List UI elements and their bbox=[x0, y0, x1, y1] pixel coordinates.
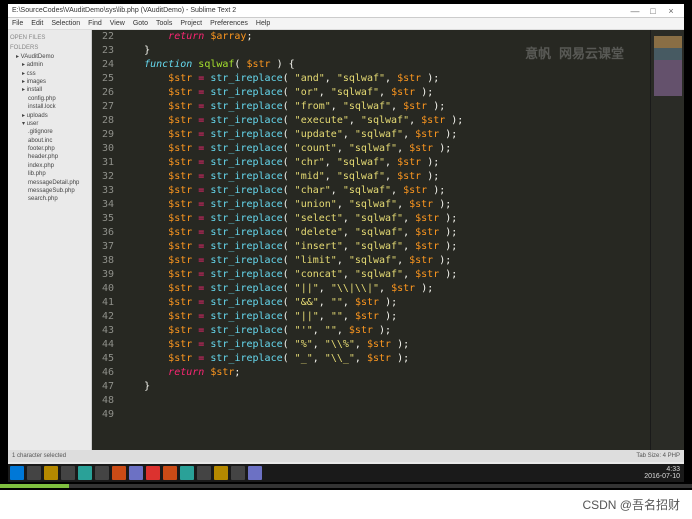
sidebar-file[interactable]: header.php bbox=[10, 153, 89, 161]
window-title: E:\SourceCodes\VAuditDemo\sys\lib.php (V… bbox=[12, 7, 236, 14]
sidebar-file[interactable]: lib.php bbox=[10, 170, 89, 178]
taskbar-icon[interactable] bbox=[231, 466, 245, 480]
taskbar-icon[interactable] bbox=[78, 466, 92, 480]
video-frame: E:\SourceCodes\VAuditDemo\sys\lib.php (V… bbox=[0, 0, 692, 490]
taskbar-icon[interactable] bbox=[197, 466, 211, 480]
sidebar-open-files[interactable]: OPEN FILES bbox=[10, 34, 89, 42]
page-footer: CSDN @吾名招财 bbox=[0, 490, 692, 518]
taskbar-icon[interactable] bbox=[180, 466, 194, 480]
gutter: 2223242526272829303132333435363738394041… bbox=[92, 30, 120, 450]
app-window: E:\SourceCodes\VAuditDemo\sys\lib.php (V… bbox=[8, 4, 684, 464]
taskbar-icon[interactable] bbox=[214, 466, 228, 480]
sidebar-folder[interactable]: ▸ install bbox=[10, 86, 89, 94]
sidebar-file[interactable]: messageSub.php bbox=[10, 187, 89, 195]
system-clock[interactable]: 4:332016-07-10 bbox=[644, 466, 682, 480]
titlebar: E:\SourceCodes\VAuditDemo\sys\lib.php (V… bbox=[8, 4, 684, 18]
sidebar-folder[interactable]: ▸ css bbox=[10, 70, 89, 78]
taskbar-icon[interactable] bbox=[146, 466, 160, 480]
taskbar-icon[interactable] bbox=[129, 466, 143, 480]
sidebar-folder[interactable]: ▸ images bbox=[10, 78, 89, 86]
sidebar-file[interactable]: index.php bbox=[10, 162, 89, 170]
menu-goto[interactable]: Goto bbox=[133, 20, 148, 27]
sidebar-root[interactable]: ▸ VAuditDemo bbox=[10, 53, 89, 61]
sidebar-file[interactable]: footer.php bbox=[10, 145, 89, 153]
menu-selection[interactable]: Selection bbox=[51, 20, 80, 27]
taskbar-icon[interactable] bbox=[61, 466, 75, 480]
menu-preferences[interactable]: Preferences bbox=[210, 20, 248, 27]
video-progress[interactable] bbox=[0, 484, 692, 488]
menu-tools[interactable]: Tools bbox=[156, 20, 172, 27]
sidebar-file[interactable]: .gitignore bbox=[10, 128, 89, 136]
minimize-button[interactable]: — bbox=[626, 6, 644, 16]
sidebar-folder[interactable]: ▸ uploads bbox=[10, 112, 89, 120]
taskbar-icon[interactable] bbox=[248, 466, 262, 480]
sidebar-folder[interactable]: ▸ admin bbox=[10, 61, 89, 69]
sidebar-file[interactable]: install.lock bbox=[10, 103, 89, 111]
menu-view[interactable]: View bbox=[110, 20, 125, 27]
sidebar-file[interactable]: config.php bbox=[10, 95, 89, 103]
menu-help[interactable]: Help bbox=[256, 20, 270, 27]
code-area[interactable]: return $array; } function sqlwaf( $str )… bbox=[120, 30, 650, 450]
taskbar-icon[interactable] bbox=[163, 466, 177, 480]
taskbar-icon[interactable] bbox=[95, 466, 109, 480]
menu-file[interactable]: File bbox=[12, 20, 23, 27]
taskbar[interactable]: 4:332016-07-10 bbox=[8, 464, 684, 482]
sidebar-folders[interactable]: FOLDERS bbox=[10, 44, 89, 52]
menu-edit[interactable]: Edit bbox=[31, 20, 43, 27]
menu-find[interactable]: Find bbox=[88, 20, 102, 27]
close-button[interactable]: × bbox=[662, 6, 680, 16]
maximize-button[interactable]: □ bbox=[644, 6, 662, 16]
menubar: File Edit Selection Find View Goto Tools Projec… bbox=[8, 18, 684, 30]
status-right[interactable]: Tab Size: 4 PHP bbox=[636, 453, 680, 459]
menu-project[interactable]: Project bbox=[180, 20, 202, 27]
start-button[interactable] bbox=[10, 466, 24, 480]
taskbar-icon[interactable] bbox=[112, 466, 126, 480]
minimap[interactable] bbox=[650, 30, 684, 450]
status-left: 1 character selected bbox=[12, 453, 66, 459]
csdn-attribution: CSDN @吾名招财 bbox=[582, 496, 680, 513]
status-bar: 1 character selected Tab Size: 4 PHP bbox=[8, 450, 684, 462]
sidebar-file[interactable]: about.inc bbox=[10, 137, 89, 145]
sidebar-file[interactable]: search.php bbox=[10, 195, 89, 203]
taskbar-icon[interactable] bbox=[27, 466, 41, 480]
sidebar-folder[interactable]: ▾ user bbox=[10, 120, 89, 128]
sidebar[interactable]: OPEN FILES FOLDERS▸ VAuditDemo▸ admin▸ cs… bbox=[8, 30, 92, 450]
sidebar-file[interactable]: messageDetail.php bbox=[10, 179, 89, 187]
editor[interactable]: 2223242526272829303132333435363738394041… bbox=[92, 30, 684, 450]
taskbar-icon[interactable] bbox=[44, 466, 58, 480]
